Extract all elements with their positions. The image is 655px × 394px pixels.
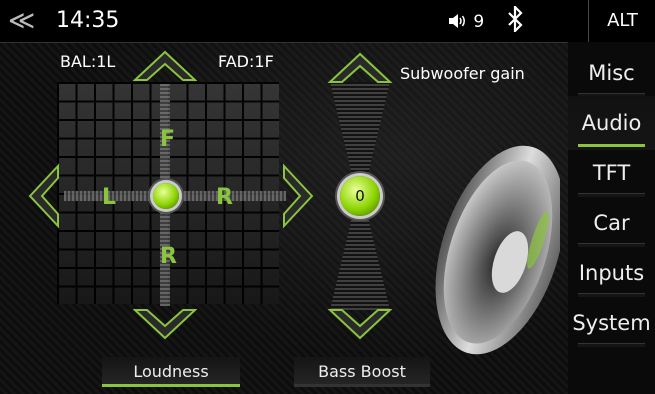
balance-left-arrow[interactable]: [28, 162, 64, 230]
menu-item-label: System: [572, 311, 651, 335]
volume-level: 9: [473, 12, 485, 32]
status-bar: ≪ 14:35 9 ALT: [0, 0, 655, 43]
front-letter: F: [160, 127, 176, 152]
menu-item-label: Car: [593, 211, 630, 235]
fader-up-arrow[interactable]: [133, 50, 197, 86]
subwoofer-down-arrow[interactable]: [326, 306, 394, 340]
double-chevron-left-icon: ≪: [8, 6, 36, 36]
speaker-image: [435, 145, 560, 355]
menu-item-label: TFT: [592, 161, 631, 185]
subwoofer-gain-value: 0: [355, 187, 365, 205]
menu-item-label: Misc: [588, 61, 635, 85]
subwoofer-up-arrow[interactable]: [326, 52, 394, 86]
left-letter: L: [102, 185, 117, 210]
right-letter: R: [216, 185, 233, 210]
menu-item-misc[interactable]: Misc: [568, 46, 655, 100]
balance-right-arrow[interactable]: [278, 162, 314, 230]
rear-letter: R: [160, 244, 177, 269]
menu-item-tft[interactable]: TFT: [568, 146, 655, 200]
loudness-indicator: [102, 384, 240, 387]
loudness-button[interactable]: Loudness: [102, 357, 240, 387]
fader-readout: FAD:1F: [218, 52, 274, 71]
clock: 14:35: [56, 8, 120, 33]
menu-item-label: Inputs: [578, 261, 645, 285]
settings-menu: Misc Audio TFT Car Inputs System: [568, 42, 655, 394]
menu-item-system[interactable]: System: [568, 296, 655, 350]
fader-down-arrow[interactable]: [133, 304, 197, 340]
balance-fader-knob[interactable]: [153, 183, 179, 209]
alt-button[interactable]: ALT: [588, 0, 655, 42]
menu-item-audio[interactable]: Audio: [568, 96, 655, 150]
back-button[interactable]: ≪: [8, 6, 48, 36]
bass-boost-indicator: [294, 384, 430, 387]
menu-item-car[interactable]: Car: [568, 196, 655, 250]
bluetooth-icon: [507, 4, 523, 38]
volume-indicator: 9: [448, 12, 484, 32]
balance-readout: BAL:1L: [60, 52, 116, 71]
menu-item-label: Audio: [581, 111, 642, 135]
subwoofer-gain-label: Subwoofer gain: [400, 64, 525, 83]
bass-boost-label: Bass Boost: [318, 362, 406, 381]
loudness-label: Loudness: [133, 362, 209, 381]
audio-settings-screen: ≪ 14:35 9 ALT BAL:1L FAD:1F F R L R Subw…: [0, 0, 655, 394]
bass-boost-button[interactable]: Bass Boost: [294, 357, 430, 387]
menu-item-inputs[interactable]: Inputs: [568, 246, 655, 300]
speaker-volume-icon: [449, 14, 465, 28]
subwoofer-gain-knob[interactable]: 0: [340, 176, 380, 216]
